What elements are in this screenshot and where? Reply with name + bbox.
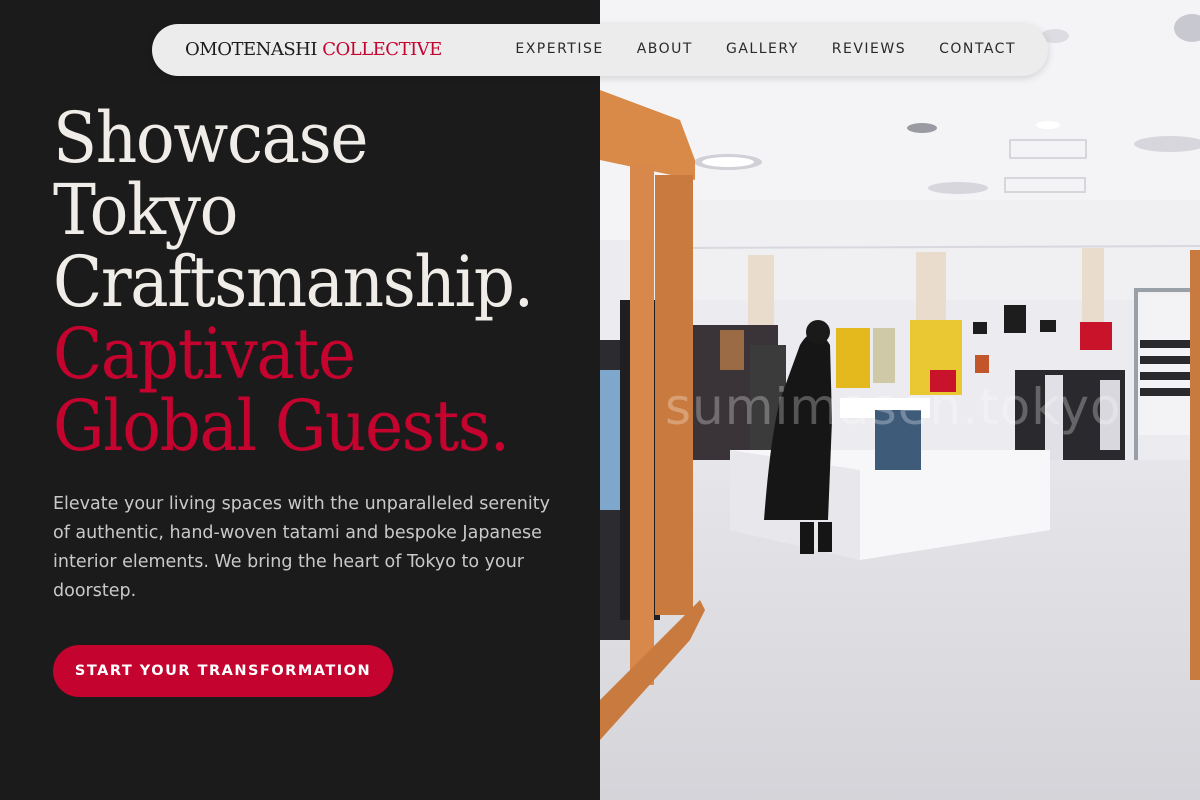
headline-line-4: Captivate xyxy=(53,313,356,395)
headline-line-2: Tokyo xyxy=(53,169,238,251)
nav-item-contact[interactable]: CONTACT xyxy=(939,41,1016,57)
navbar: OMOTENASHI COLLECTIVE EXPERTISE ABOUT GA… xyxy=(152,24,1048,76)
hero-left-panel: Showcase Tokyo Craftsmanship. Captivate … xyxy=(0,0,600,800)
nav-menu: EXPERTISE ABOUT GALLERY REVIEWS CONTACT xyxy=(515,41,1016,57)
nav-item-expertise[interactable]: EXPERTISE xyxy=(515,41,603,57)
headline-line-5: Global Guests. xyxy=(53,385,510,467)
brand-logo[interactable]: OMOTENASHI COLLECTIVE xyxy=(185,39,442,60)
watermark-text: sumimasen.tokyo xyxy=(665,378,1122,436)
nav-item-about[interactable]: ABOUT xyxy=(637,41,693,57)
nav-item-gallery[interactable]: GALLERY xyxy=(726,41,799,57)
headline-line-3: Craftsmanship. xyxy=(53,241,534,323)
hero-description: Elevate your living spaces with the unpa… xyxy=(53,494,550,601)
nav-item-reviews[interactable]: REVIEWS xyxy=(832,41,906,57)
brand-name-accent: COLLECTIVE xyxy=(322,39,442,60)
brand-name-primary: OMOTENASHI xyxy=(185,39,317,60)
hero-image: sumimasen.tokyo xyxy=(600,0,1200,800)
start-transformation-button[interactable]: START YOUR TRANSFORMATION xyxy=(53,645,393,697)
hero-headline: Showcase Tokyo Craftsmanship. Captivate … xyxy=(53,97,534,467)
headline-line-1: Showcase xyxy=(53,97,368,179)
